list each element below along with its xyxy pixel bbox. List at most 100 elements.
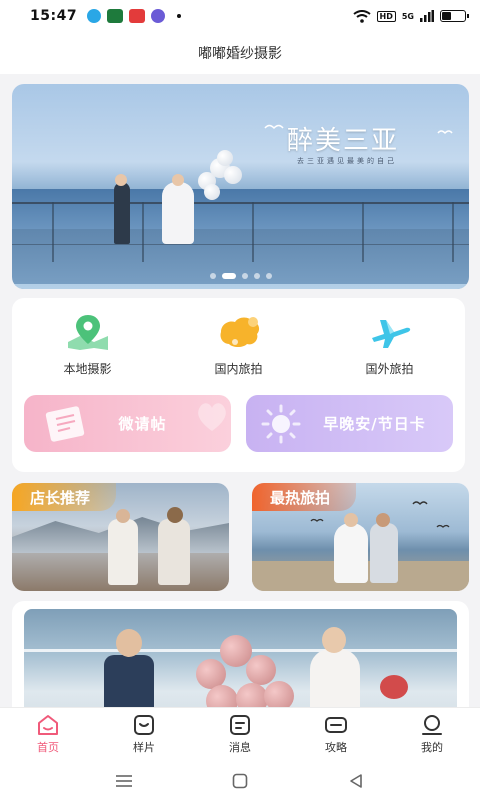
tab-label: 样片 [133, 741, 155, 754]
rail-post [252, 202, 254, 262]
signal-label: 5G [401, 11, 414, 21]
bride-head [322, 627, 346, 653]
invitation-icon [45, 406, 85, 442]
qq-icon [87, 9, 102, 23]
banner-deck [12, 284, 469, 289]
carousel-dot-active[interactable] [221, 273, 236, 279]
banner-carousel[interactable]: 醉美三亚 去三亚遇见最美的自己 [12, 84, 469, 289]
portfolio-icon [132, 714, 156, 736]
airplane-icon [366, 312, 414, 352]
guide-icon [324, 714, 348, 736]
wifi-icon [352, 9, 371, 23]
carousel-dot[interactable] [241, 273, 248, 279]
system-nav-bar [0, 761, 480, 800]
profile-icon [420, 714, 444, 736]
home-button-icon[interactable] [228, 771, 252, 791]
message-icon [228, 714, 252, 736]
signal-icon [420, 10, 434, 22]
app-screen: 15:47 HD 5G 嘟嘟婚纱摄影 醉美三亚 去三亚遇见最美的自己 本地摄影 … [0, 0, 480, 800]
bottom-tab-bar: 首页 样片 消息 攻略 我的 [0, 707, 480, 761]
status-app-icons [87, 9, 182, 23]
menu-icon[interactable] [112, 771, 136, 791]
map-pin-icon [64, 312, 112, 352]
home-icon [36, 714, 60, 736]
greeting-card-button[interactable]: 早晚安/节日卡 [246, 395, 453, 452]
more-dot-icon [177, 14, 182, 18]
tab-guide[interactable]: 攻略 [288, 708, 384, 761]
seagull-icon [436, 524, 450, 528]
battery-icon [440, 10, 469, 22]
rail-post [452, 202, 454, 262]
category-domestic-travel[interactable]: 国内旅拍 [163, 312, 314, 377]
tab-label: 首页 [37, 741, 59, 754]
tab-profile[interactable]: 我的 [384, 708, 480, 761]
banner-sea [12, 189, 469, 229]
bride-figure [334, 523, 368, 583]
manager-recommend-card[interactable]: 店长推荐 [12, 483, 229, 591]
tab-portfolio[interactable]: 样片 [96, 708, 192, 761]
groom-head [115, 174, 127, 186]
groom-head [116, 629, 142, 657]
category-label: 本地摄影 [63, 362, 112, 376]
banner-rail-lower [12, 244, 469, 245]
carousel-dot[interactable] [209, 273, 216, 279]
pink-balloon [246, 655, 276, 685]
china-map-icon [215, 312, 263, 352]
groom-head [116, 509, 130, 523]
banner-caption: 醉美三亚 [287, 126, 400, 156]
groom-figure [108, 519, 138, 585]
white-balloon [224, 166, 242, 184]
feature-tag: 店长推荐 [12, 483, 117, 511]
groom-figure [114, 182, 130, 244]
category-label: 国内旅拍 [214, 362, 263, 376]
rail-post [362, 202, 364, 262]
sun-icon [261, 404, 301, 444]
back-icon[interactable] [344, 771, 368, 791]
category-label: 国外旅拍 [365, 362, 414, 376]
tab-messages[interactable]: 消息 [192, 708, 288, 761]
toutiao-icon [129, 9, 146, 23]
bird-icon [437, 130, 453, 135]
banner-rail [12, 202, 469, 204]
category-card: 本地摄影 国内旅拍 国外旅拍 微请帖 早晚安/节日卡 [12, 298, 465, 472]
carousel-dot[interactable] [265, 273, 272, 279]
bride-head [172, 174, 184, 186]
status-indicators: HD 5G [352, 9, 469, 23]
tab-home[interactable]: 首页 [0, 708, 96, 761]
wechat-icon [107, 9, 124, 23]
status-time: 15:47 [30, 8, 78, 24]
white-balloon [217, 150, 233, 166]
tab-label: 攻略 [325, 741, 347, 754]
rail-post [142, 202, 144, 262]
bride-figure [162, 182, 194, 244]
feature-tag: 最热旅拍 [252, 483, 357, 511]
network-label: HD [376, 10, 396, 22]
groom-head [376, 513, 390, 527]
app-header: 嘟嘟婚纱摄影 [0, 32, 480, 74]
banner-subtitle: 去三亚遇见最美的自己 [297, 157, 397, 165]
carousel-indicator [209, 273, 272, 279]
seagull-icon [412, 501, 428, 505]
promo-label: 微请帖 [118, 415, 167, 433]
micro-invitation-button[interactable]: 微请帖 [24, 395, 231, 452]
tab-label: 我的 [421, 741, 443, 754]
browser-icon [151, 9, 166, 23]
category-overseas-travel[interactable]: 国外旅拍 [314, 312, 465, 377]
tab-label: 消息 [229, 741, 251, 754]
white-balloon [204, 184, 220, 200]
seagull-icon [310, 518, 324, 522]
bride-head [344, 513, 358, 527]
promo-label: 早晚安/节日卡 [323, 415, 426, 433]
heart-deco-icon [198, 403, 226, 431]
carousel-dot[interactable] [253, 273, 260, 279]
groom-figure [370, 523, 398, 583]
category-row: 本地摄影 国内旅拍 国外旅拍 [12, 312, 465, 377]
bride-figure [158, 519, 190, 585]
rail-post [52, 202, 54, 262]
flower-bouquet [380, 675, 408, 699]
status-bar: 15:47 HD 5G [0, 0, 480, 32]
bird-icon [264, 124, 284, 130]
page-title: 嘟嘟婚纱摄影 [198, 46, 282, 62]
hot-travel-card[interactable]: 最热旅拍 [252, 483, 469, 591]
category-local-photo[interactable]: 本地摄影 [12, 312, 163, 377]
